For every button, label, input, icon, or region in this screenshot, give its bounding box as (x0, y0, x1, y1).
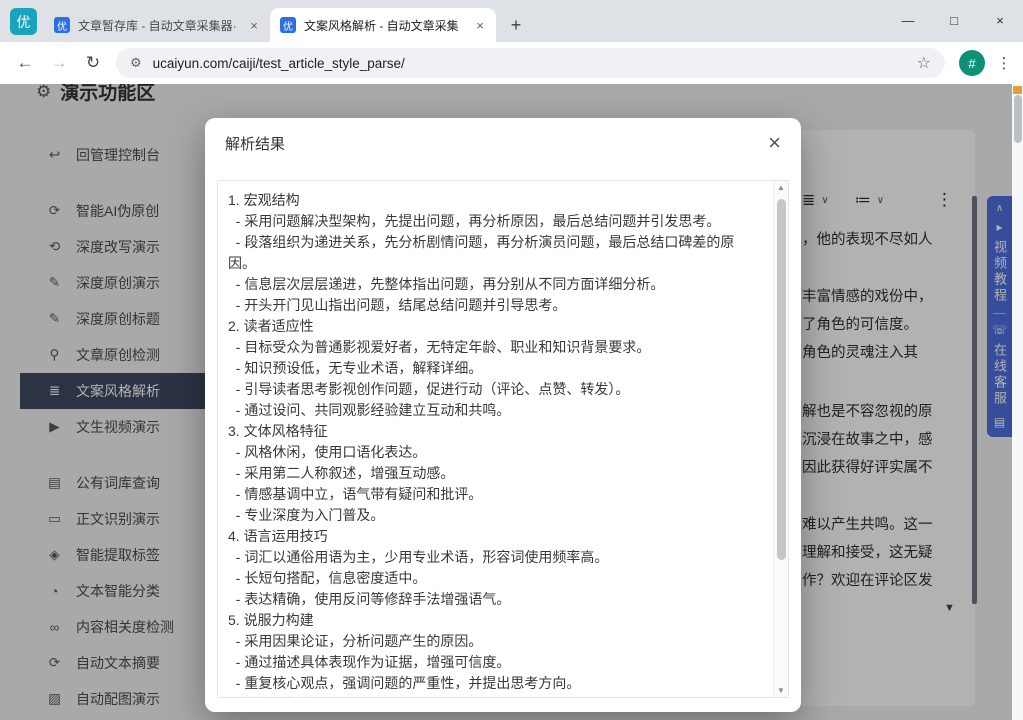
parse-result-modal: 解析结果 × 1. 宏观结构 - 采用问题解决型架构，先提出问题，再分析原因，最… (205, 118, 801, 712)
result-line: - 专业深度为入门普及。 (228, 505, 754, 526)
result-line: - 情感基调中立，语气带有疑问和批评。 (228, 484, 754, 505)
window-titlebar: 优 优 文章暂存库 - 自动文章采集器· × 优 文案风格解析 - 自动文章采集… (0, 0, 1023, 42)
scroll-up-icon[interactable]: ▲ (777, 183, 785, 192)
site-info-icon[interactable]: ⚙ (130, 55, 142, 71)
page-content: ⚙ 演示功能区 ↩ 回管理控制台 ⟳ 智能AI伪原创 ⟲ 深度改写演示 ✎ 深度… (0, 84, 1023, 720)
result-line: - 通过描述具体表现作为证据，增强可信度。 (228, 652, 754, 673)
modal-close-button[interactable]: × (768, 132, 781, 154)
modal-scrollbar[interactable]: ▲ ▼ (773, 181, 788, 697)
result-line: - 采用第二人称叙述，增强互动感。 (228, 463, 754, 484)
result-line: - 词汇以通俗用语为主，少用专业术语，形容词使用频率高。 (228, 547, 754, 568)
window-close-button[interactable]: × (977, 0, 1023, 40)
result-line: 4. 语言运用技巧 (228, 526, 754, 547)
browser-scrollbar-thumb[interactable] (1014, 95, 1022, 143)
forward-button[interactable]: → (42, 46, 76, 80)
result-line: - 知识预设低，无专业术语，解释详细。 (228, 358, 754, 379)
new-tab-button[interactable]: + (502, 11, 530, 39)
result-line: - 开头开门见山指出问题，结尾总结问题并引导思考。 (228, 295, 754, 316)
result-line: - 长短句搭配，信息密度适中。 (228, 568, 754, 589)
result-line: - 风格休闲，使用口语化表达。 (228, 442, 754, 463)
tab-close-icon[interactable]: × (472, 17, 488, 33)
result-line: - 重复核心观点，强调问题的严重性，并提出思考方向。 (228, 673, 754, 694)
browser-toolbar: ← → ↻ ⚙ ucaiyun.com/caiji/test_article_s… (0, 42, 1023, 84)
result-line: 1. 宏观结构 (228, 190, 754, 211)
address-bar[interactable]: ⚙ ucaiyun.com/caiji/test_article_style_p… (116, 48, 945, 78)
parse-result-content: 1. 宏观结构 - 采用问题解决型架构，先提出问题，再分析原因，最后总结问题并引… (217, 180, 789, 698)
modal-header: 解析结果 × (205, 118, 801, 168)
result-line: - 采用因果论证，分析问题产生的原因。 (228, 631, 754, 652)
result-line: - 段落组织为递进关系，先分析剧情问题，再分析演员问题，最后总结口碑差的原因。 (228, 232, 754, 274)
scrollbar-thumb[interactable] (777, 199, 786, 560)
modal-title: 解析结果 (225, 133, 285, 154)
result-line: 2. 读者适应性 (228, 316, 754, 337)
result-line: - 目标受众为普通影视爱好者，无特定年龄、职业和知识背景要求。 (228, 337, 754, 358)
app-icon: 优 (10, 8, 37, 35)
browser-tab-2[interactable]: 优 文案风格解析 - 自动文章采集 × (270, 8, 496, 42)
tab-title: 文案风格解析 - 自动文章采集 (304, 17, 466, 34)
maximize-button[interactable]: □ (931, 0, 977, 40)
minimize-button[interactable]: — (885, 0, 931, 40)
site-favicon: 优 (54, 17, 70, 33)
result-line: - 引导读者思考影视创作问题，促进行动（评论、点赞、转发）。 (228, 379, 754, 400)
site-favicon: 优 (280, 17, 296, 33)
bookmark-star-icon[interactable]: ☆ (917, 53, 931, 73)
tab-close-icon[interactable]: × (246, 17, 262, 33)
result-line: - 表达精确，使用反问等修辞手法增强语气。 (228, 589, 754, 610)
result-line: - 采用问题解决型架构，先提出问题，再分析原因，最后总结问题并引发思考。 (228, 211, 754, 232)
browser-scrollbar[interactable] (1012, 84, 1023, 720)
back-button[interactable]: ← (8, 46, 42, 80)
reload-button[interactable]: ↻ (76, 46, 110, 80)
scrollbar-marker (1013, 86, 1022, 94)
browser-tab-1[interactable]: 优 文章暂存库 - 自动文章采集器· × (44, 8, 270, 42)
browser-menu-button[interactable]: ⋮ (993, 54, 1015, 72)
window-controls: — □ × (885, 0, 1023, 40)
scroll-down-icon[interactable]: ▼ (777, 686, 785, 695)
result-line: 6. 篇幅与排版 (228, 694, 754, 698)
tab-strip: 优 文章暂存库 - 自动文章采集器· × 优 文案风格解析 - 自动文章采集 ×… (44, 8, 530, 42)
url-text[interactable]: ucaiyun.com/caiji/test_article_style_par… (153, 56, 917, 71)
tab-title: 文章暂存库 - 自动文章采集器· (78, 17, 240, 34)
result-line: - 信息层次层层递进，先整体指出问题，再分别从不同方面详细分析。 (228, 274, 754, 295)
result-line: 5. 说服力构建 (228, 610, 754, 631)
result-line: - 通过设问、共同观影经验建立互动和共鸣。 (228, 400, 754, 421)
result-lines: 1. 宏观结构 - 采用问题解决型架构，先提出问题，再分析原因，最后总结问题并引… (228, 190, 754, 698)
tab-list: 优 文章暂存库 - 自动文章采集器· × 优 文案风格解析 - 自动文章采集 × (44, 8, 496, 42)
profile-avatar[interactable]: # (959, 50, 985, 76)
result-line: 3. 文体风格特征 (228, 421, 754, 442)
